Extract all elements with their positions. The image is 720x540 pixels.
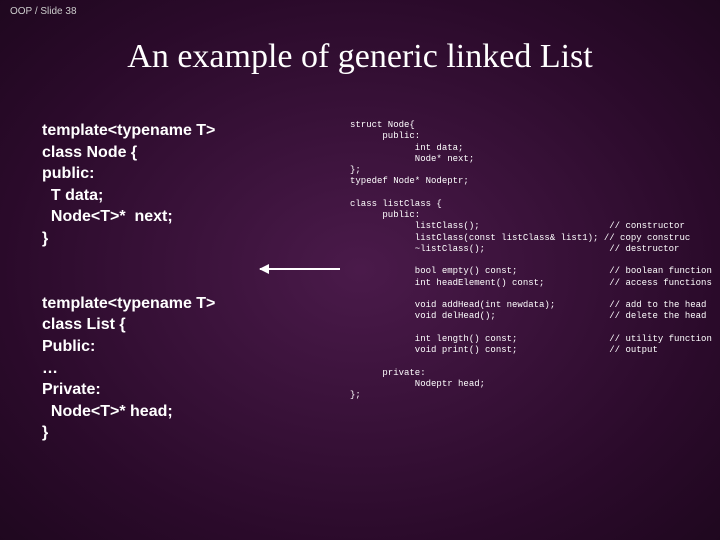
arrow-icon (260, 268, 340, 270)
left-code-block: template<typename T> class Node { public… (42, 120, 332, 444)
slide-label: OOP / Slide 38 (10, 6, 77, 17)
right-code-block: struct Node{ public: int data; Node* nex… (350, 120, 712, 401)
slide-title: An example of generic linked List (0, 38, 720, 76)
